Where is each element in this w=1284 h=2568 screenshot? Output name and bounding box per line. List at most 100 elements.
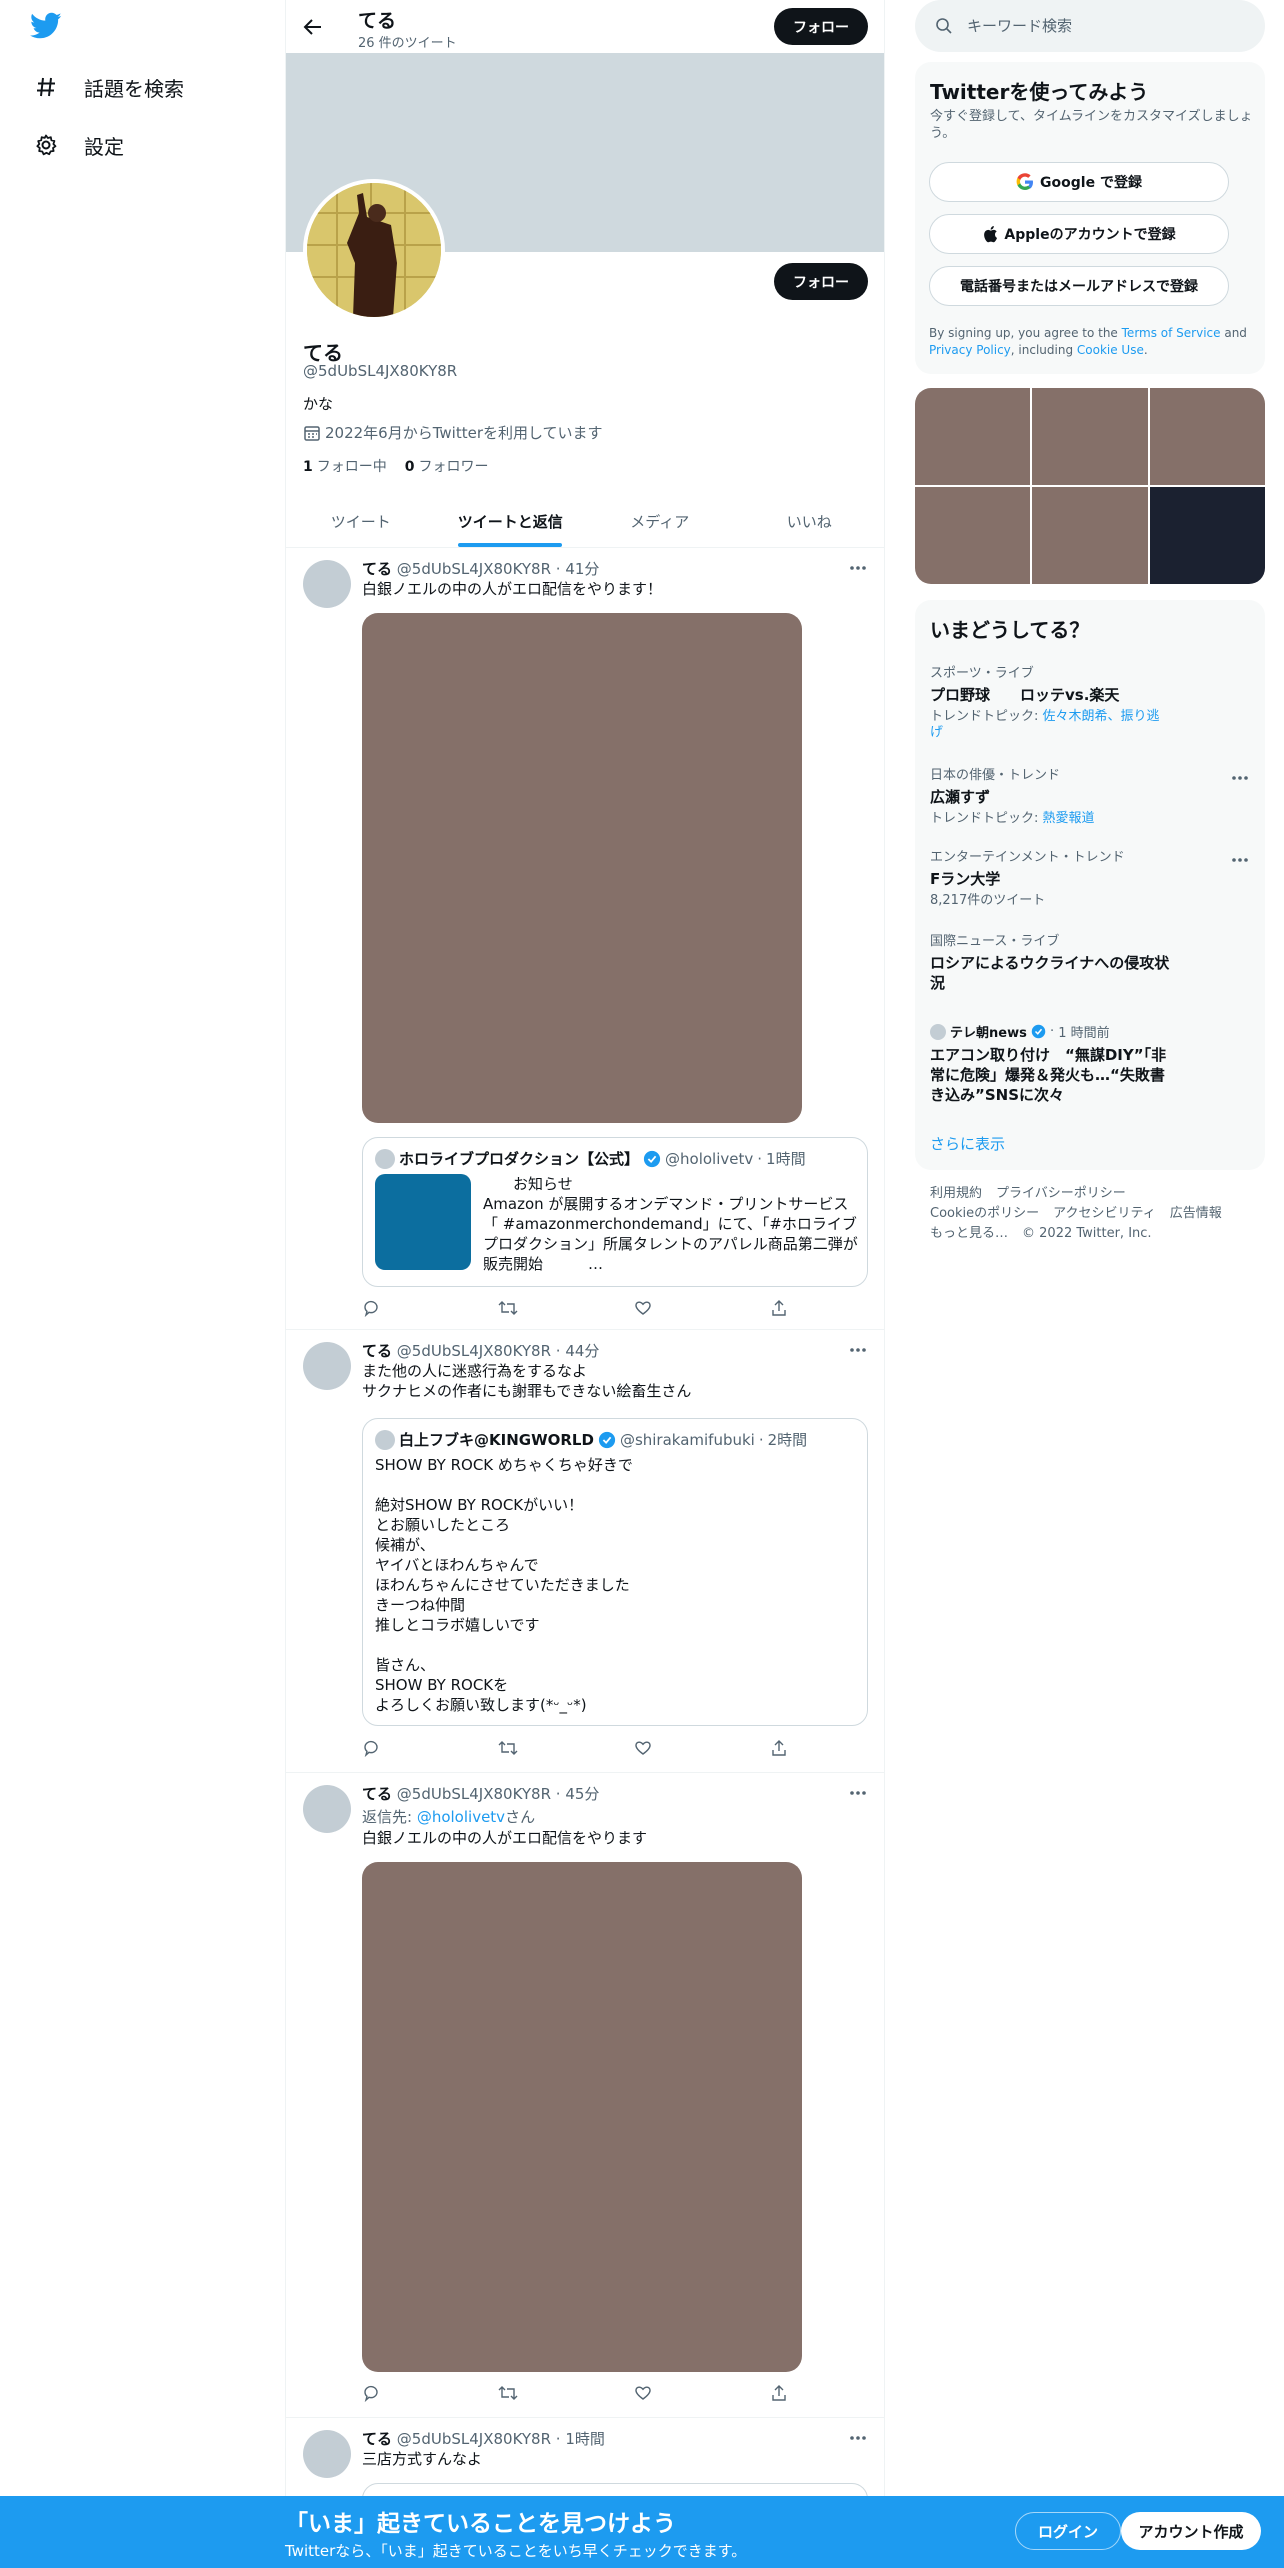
terms-link[interactable]: Terms of Service [1122, 326, 1221, 340]
tweet-actions [362, 2384, 812, 2404]
reply-icon[interactable] [362, 2384, 382, 2404]
reply-to-link[interactable]: @hololivetv [417, 1808, 505, 1826]
media-thumbnail[interactable] [915, 388, 1031, 485]
like-icon[interactable] [634, 1299, 654, 1319]
tweet-author-name: てる [362, 560, 393, 578]
share-icon[interactable] [770, 1739, 790, 1759]
share-icon[interactable] [770, 2384, 790, 2404]
tweet-avatar[interactable] [303, 1785, 351, 1833]
media-thumbnail[interactable] [1149, 487, 1265, 584]
header-tweet-count: 26 件のツイート [358, 36, 457, 51]
footer-more-link[interactable]: もっと見る… [930, 1226, 1008, 1241]
followers-link[interactable]: 0 フォロワー [405, 456, 489, 476]
footer-links: 利用規約 プライバシーポリシー Cookieのポリシー アクセシビリティ 広告情報 も… [930, 1184, 1260, 1244]
trend-name: Fラン大学 [930, 870, 1001, 888]
show-more-link[interactable]: さらに表示 [930, 1133, 1005, 1154]
media-thumbnail[interactable] [915, 487, 1031, 584]
profile-tabs: ツイート ツイートと返信 メディア いいね [286, 495, 884, 548]
tweet-media[interactable] [362, 613, 802, 1123]
header-follow-button[interactable]: フォロー [774, 8, 868, 45]
trend-item[interactable]: 日本の俳優・トレンド 広瀬すず トレンドトピック: 熱愛報道 [930, 764, 1250, 827]
tweet[interactable]: てる @5dUbSL4JX80KY8R · 44分 また他の人に迷惑行為をするな… [286, 1330, 884, 1773]
like-icon[interactable] [634, 1739, 654, 1759]
nav-settings[interactable]: 設定 [32, 123, 124, 167]
tweet-actions [362, 1299, 812, 1319]
news-time: 1 時間前 [1058, 1026, 1110, 1041]
trend-category: スポーツ・ライブ [930, 666, 1034, 681]
phone-email-signup-button[interactable]: 電話番号またはメールアドレスで登録 [929, 266, 1229, 306]
reply-icon[interactable] [362, 1299, 382, 1319]
more-icon[interactable] [848, 560, 868, 574]
tweet-avatar[interactable] [303, 2430, 351, 2478]
signup-title: Twitterを使ってみよう [930, 80, 1149, 104]
quote-author-name: 白上フブキ@KINGWORLD [399, 1431, 594, 1449]
privacy-link[interactable]: Privacy Policy [929, 343, 1011, 357]
trend-name: ロシアによるウクライナへの侵攻状況 [930, 954, 1170, 992]
more-icon[interactable] [848, 2430, 868, 2444]
profile-joined-text: 2022年6月からTwitterを利用しています [325, 424, 603, 442]
tweet-avatar[interactable] [303, 1342, 351, 1390]
login-button[interactable]: ログイン [1015, 2512, 1121, 2550]
tweet-header: てる @5dUbSL4JX80KY8R · 41分 [362, 560, 600, 578]
trend-item[interactable]: スポーツ・ライブ プロ野球 ロッテvs.楽天 トレンドトピック: 佐々木朗希、振… [930, 662, 1250, 741]
media-thumbnail[interactable] [1032, 487, 1148, 584]
more-icon[interactable] [848, 1785, 868, 1799]
more-icon[interactable] [1230, 852, 1250, 866]
tweet-text: 三店方式すんなよ [362, 2450, 483, 2468]
quote-header: ホロライブプロダクション【公式】 @hololivetv · 1時間 [375, 1148, 806, 1169]
tweet[interactable]: てる @5dUbSL4JX80KY8R · 45分 返信先: @hololive… [286, 1773, 884, 2418]
tab-tweets[interactable]: ツイート [286, 495, 436, 547]
following-link[interactable]: 1 フォロー中 [303, 456, 387, 476]
back-arrow-icon[interactable] [298, 12, 328, 42]
tab-likes[interactable]: いいね [735, 495, 885, 547]
quote-avatar [375, 1148, 395, 1169]
more-icon[interactable] [848, 1342, 868, 1356]
apple-signup-button[interactable]: Appleのアカウントで登録 [929, 214, 1229, 254]
tab-tweets-and-replies[interactable]: ツイートと返信 [436, 495, 586, 547]
footer-link[interactable]: プライバシーポリシー [996, 1186, 1126, 1201]
media-thumbnail[interactable] [1149, 388, 1265, 485]
trend-item[interactable]: エンターテインメント・トレンド Fラン大学 8,217件のツイート [930, 846, 1250, 909]
tweet-author-handle: @5dUbSL4JX80KY8R [396, 560, 552, 578]
verified-badge-icon [643, 1150, 661, 1167]
search-input[interactable] [967, 17, 1247, 35]
quote-author-handle: @shirakamifubuki [619, 1430, 755, 1449]
calendar-icon [304, 425, 320, 441]
news-source: テレ朝news [950, 1026, 1027, 1041]
like-icon[interactable] [634, 2384, 654, 2404]
signup-button[interactable]: アカウント作成 [1121, 2512, 1261, 2550]
tweet[interactable]: てる @5dUbSL4JX80KY8R · 41分 白銀ノエルの中の人がエロ配信… [286, 548, 884, 1330]
quoted-tweet[interactable]: ホロライブプロダクション【公式】 @hololivetv · 1時間 お知らせ … [362, 1137, 868, 1287]
more-icon[interactable] [1230, 770, 1250, 784]
profile-follow-stats: 1 フォロー中 0 フォロワー [303, 456, 489, 476]
footer-link[interactable]: 広告情報 [1170, 1206, 1222, 1221]
footer-link[interactable]: アクセシビリティ [1053, 1206, 1156, 1221]
twitter-bird-icon[interactable] [30, 12, 66, 48]
news-item[interactable]: テレ朝news · 1 時間前 エアコン取り付け “無謀DIY”「非常に危険」爆… [930, 1022, 1250, 1105]
profile-follow-button[interactable]: フォロー [774, 263, 868, 300]
media-thumbnail[interactable] [1032, 388, 1148, 485]
quoted-tweet[interactable]: 白上フブキ@KINGWORLD @shirakamifubuki · 2時間 S… [362, 1418, 868, 1726]
trend-item[interactable]: 国際ニュース・ライブ ロシアによるウクライナへの侵攻状況 [930, 930, 1250, 993]
share-icon[interactable] [770, 1299, 790, 1319]
trend-topic-link[interactable]: 熱愛報道 [1043, 811, 1095, 826]
search-box[interactable] [915, 0, 1265, 52]
nav-explore[interactable]: 話題を検索 [32, 65, 184, 109]
tweet-time: 1時間 [565, 2430, 605, 2448]
tweet-avatar[interactable] [303, 560, 351, 608]
cookie-link[interactable]: Cookie Use [1077, 343, 1144, 357]
footer-link[interactable]: Cookieのポリシー [930, 1206, 1039, 1221]
tweet-author-handle: @5dUbSL4JX80KY8R [396, 2430, 552, 2448]
news-avatar [930, 1023, 946, 1040]
retweet-icon[interactable] [498, 1299, 518, 1319]
retweet-icon[interactable] [498, 2384, 518, 2404]
tweet-media[interactable] [362, 1862, 802, 2372]
retweet-icon[interactable] [498, 1739, 518, 1759]
profile-avatar[interactable] [303, 179, 445, 321]
google-signup-button[interactable]: Google で登録 [929, 162, 1229, 202]
quote-avatar [375, 1429, 395, 1450]
reply-icon[interactable] [362, 1739, 382, 1759]
footer-link[interactable]: 利用規約 [930, 1186, 982, 1201]
trend-category: 国際ニュース・ライブ [930, 934, 1060, 949]
tab-media[interactable]: メディア [585, 495, 735, 547]
